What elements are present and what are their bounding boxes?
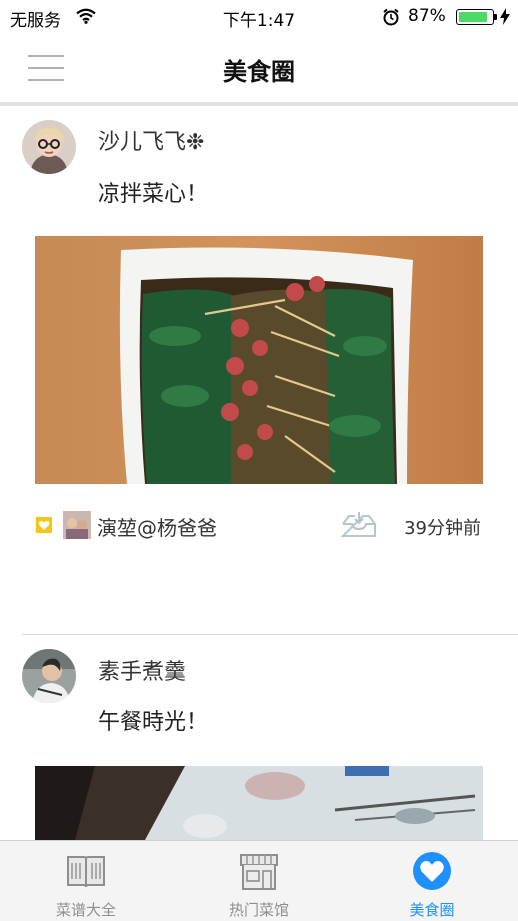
tab-food-circle[interactable]: 美食圈 — [346, 841, 518, 921]
battery-cap — [494, 14, 497, 20]
battery-fill — [459, 12, 487, 22]
tab-label: 热门菜馆 — [228, 901, 289, 919]
tab-recipes[interactable]: 菜谱大全 — [0, 841, 172, 921]
post-text: 凉拌菜心！ — [98, 182, 209, 207]
tab-bar: 菜谱大全 热门菜馆 美食圈 — [0, 840, 518, 921]
post-username[interactable]: 沙儿飞飞❉ — [98, 124, 204, 156]
status-bar: 无服务 下午1:47 87% — [0, 0, 518, 34]
battery-icon — [456, 9, 494, 25]
nav-bar: 美食圈 — [0, 34, 518, 102]
feed-post: 沙儿飞飞❉ 凉拌菜心！ 演堃@杨爸爸 39分钟前 — [0, 106, 518, 636]
post-time: 39分钟前 — [404, 518, 481, 539]
charging-bolt-icon — [500, 8, 510, 25]
feed-post: 素手煮羹 午餐時光！ — [0, 636, 518, 840]
tab-label: 美食圈 — [409, 901, 455, 919]
post-photo[interactable] — [35, 236, 483, 484]
like-icon[interactable] — [35, 516, 53, 534]
battery-percent: 87% — [408, 6, 446, 26]
tab-label: 菜谱大全 — [55, 901, 116, 919]
book-icon — [67, 856, 105, 888]
post-text: 午餐時光！ — [98, 710, 209, 735]
storefront-icon — [240, 854, 278, 890]
heart-icon — [413, 852, 451, 890]
post-meta-row: 演堃@杨爸爸 39分钟前 — [35, 510, 483, 540]
avatar[interactable] — [22, 120, 76, 174]
liker-name[interactable]: 演堃@杨爸爸 — [97, 512, 217, 541]
liker-avatar[interactable] — [63, 511, 91, 539]
comment-inbox-icon[interactable] — [339, 510, 379, 540]
post-username[interactable]: 素手煮羹 — [98, 654, 186, 686]
page-title: 美食圈 — [223, 58, 295, 86]
post-photo[interactable] — [35, 766, 483, 840]
avatar[interactable] — [22, 649, 76, 703]
tab-restaurants[interactable]: 热门菜馆 — [173, 841, 345, 921]
post-divider — [22, 634, 518, 635]
alarm-icon — [383, 8, 399, 26]
